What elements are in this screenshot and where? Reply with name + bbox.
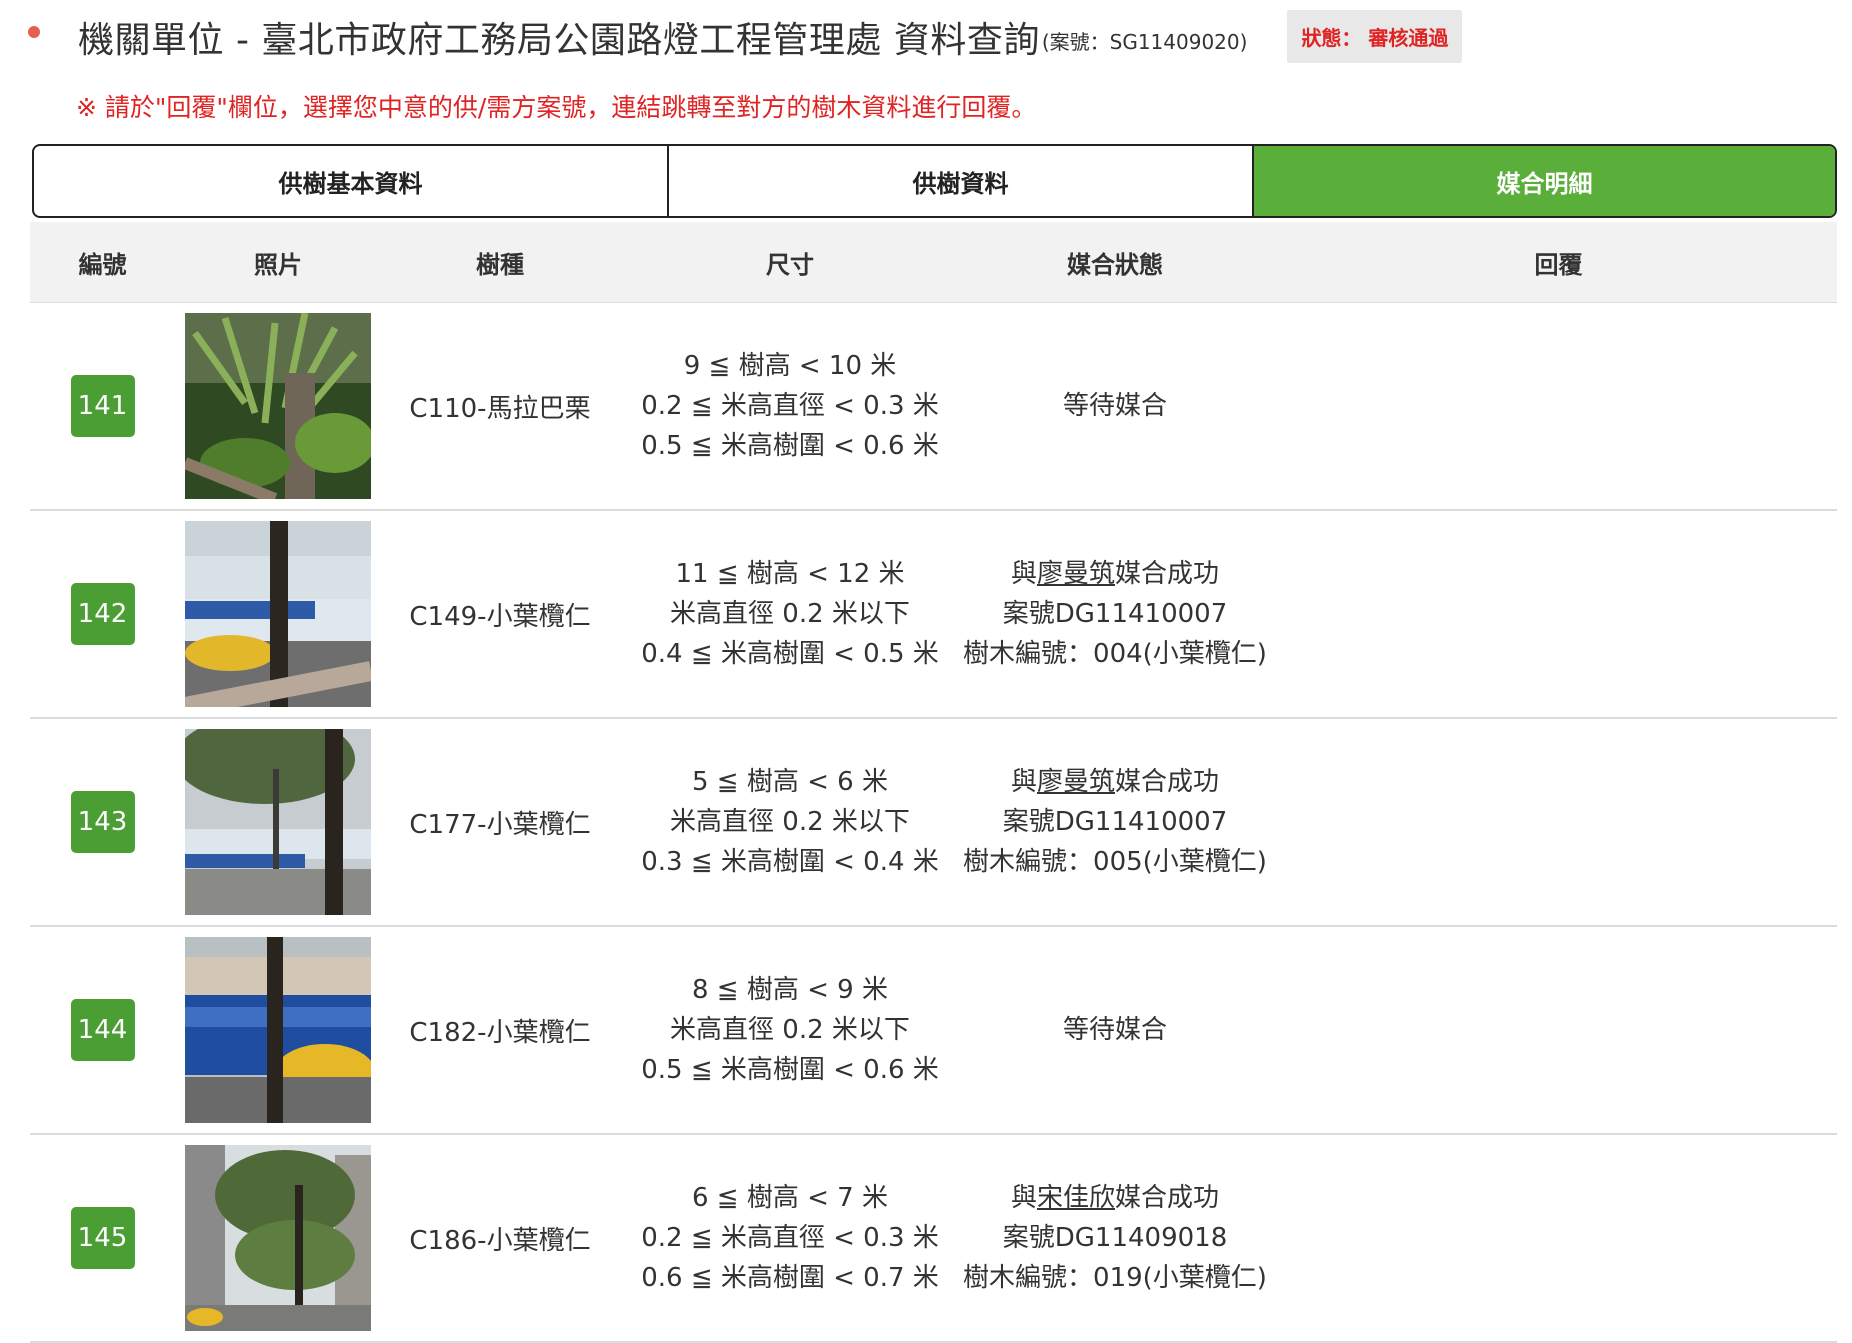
- match-status-cell: 等待媒合: [950, 303, 1280, 509]
- tree-photo[interactable]: [185, 937, 371, 1123]
- reply-cell: [1280, 719, 1837, 925]
- matched-case-number: 案號DG11410007: [1002, 599, 1228, 629]
- reply-cell: [1280, 511, 1837, 717]
- size-diameter: 0.2 ≦ 米高直徑 < 0.3 米: [641, 1223, 939, 1253]
- row-number-badge: 142: [70, 583, 135, 645]
- status-badge: 狀態： 審核通過: [1287, 10, 1463, 63]
- tree-photo[interactable]: [185, 729, 371, 915]
- matched-tree-number: 樹木編號：019(小葉欖仁): [963, 1263, 1267, 1293]
- page-title: 機關單位 - 臺北市政府工務局公園路燈工程管理處 資料查詢: [78, 19, 1040, 61]
- match-status-cell: 與廖曼筑媒合成功 案號DG11410007 樹木編號：005(小葉欖仁): [950, 719, 1280, 925]
- size-diameter: 0.2 ≦ 米高直徑 < 0.3 米: [641, 391, 939, 421]
- case-number: (案號：SG11409020): [1041, 30, 1248, 54]
- size-cell: 11 ≦ 樹高 < 12 米 米高直徑 0.2 米以下 0.4 ≦ 米高樹圍 <…: [615, 511, 965, 717]
- tab-supply-basic-info[interactable]: 供樹基本資料: [34, 146, 669, 216]
- tab-bar: 供樹基本資料 供樹資料 媒合明細: [32, 144, 1837, 218]
- species-text: C110-馬拉巴栗: [409, 393, 591, 424]
- size-cell: 9 ≦ 樹高 < 10 米 0.2 ≦ 米高直徑 < 0.3 米 0.5 ≦ 米…: [615, 303, 965, 509]
- column-header-number: 編號: [78, 250, 127, 279]
- page-header: 機關單位 - 臺北市政府工務局公園路燈工程管理處 資料查詢 (案號：SG1140…: [0, 0, 1852, 140]
- column-header-photo: 照片: [254, 250, 302, 279]
- species-text: C149-小葉欖仁: [409, 601, 591, 632]
- bullet-dot-icon: [28, 26, 40, 38]
- size-cell: 5 ≦ 樹高 < 6 米 米高直徑 0.2 米以下 0.3 ≦ 米高樹圍 < 0…: [615, 719, 965, 925]
- table-row: 143 C177-小葉欖仁 5 ≦ 樹高 < 6 米 米高直徑 0.2 米以下 …: [30, 719, 1837, 927]
- matched-user-link[interactable]: 廖曼筑: [1037, 559, 1115, 589]
- tree-photo[interactable]: [185, 1145, 371, 1331]
- row-number-badge: 144: [70, 999, 135, 1061]
- notice-text: ※ 請於"回覆"欄位，選擇您中意的供/需方案號，連結跳轉至對方的樹木資料進行回覆…: [76, 93, 1037, 122]
- matched-user-link[interactable]: 廖曼筑: [1037, 767, 1115, 797]
- table-header: 編號 照片 樹種 尺寸 媒合狀態 回覆: [30, 222, 1837, 303]
- match-status-line: 與廖曼筑媒合成功: [1010, 767, 1220, 797]
- reply-cell: [1280, 303, 1837, 509]
- tree-photo[interactable]: [185, 521, 371, 707]
- size-diameter: 米高直徑 0.2 米以下: [670, 599, 910, 629]
- column-header-size: 尺寸: [766, 250, 814, 279]
- size-girth: 0.5 ≦ 米高樹圍 < 0.6 米: [641, 1055, 939, 1085]
- size-girth: 0.3 ≦ 米高樹圍 < 0.4 米: [641, 847, 939, 877]
- table-row: 142 C149-小葉欖仁 11 ≦ 樹高 < 12 米 米高直徑 0.2 米以…: [30, 511, 1837, 719]
- size-height: 6 ≦ 樹高 < 7 米: [692, 1183, 888, 1213]
- size-girth: 0.5 ≦ 米高樹圍 < 0.6 米: [641, 431, 939, 461]
- table-row: 141 C110-馬拉巴栗 9 ≦ 樹高 < 10 米 0.2 ≦ 米高直徑 <…: [30, 303, 1837, 511]
- tab-matching-details[interactable]: 媒合明細: [1254, 146, 1835, 216]
- matching-table: 編號 照片 樹種 尺寸 媒合狀態 回覆 141 C110-馬拉巴栗 9 ≦ 樹高…: [30, 222, 1837, 1343]
- matched-user-link[interactable]: 宋佳欣: [1037, 1183, 1115, 1213]
- table-row: 144 C182-小葉欖仁 8 ≦ 樹高 < 9 米 米高直徑 0.2 米以下 …: [30, 927, 1837, 1135]
- size-cell: 6 ≦ 樹高 < 7 米 0.2 ≦ 米高直徑 < 0.3 米 0.6 ≦ 米高…: [615, 1135, 965, 1341]
- species-text: C186-小葉欖仁: [409, 1225, 591, 1256]
- size-cell: 8 ≦ 樹高 < 9 米 米高直徑 0.2 米以下 0.5 ≦ 米高樹圍 < 0…: [615, 927, 965, 1133]
- match-status-line: 與廖曼筑媒合成功: [1010, 559, 1220, 589]
- size-height: 9 ≦ 樹高 < 10 米: [683, 351, 897, 381]
- size-height: 5 ≦ 樹高 < 6 米: [692, 767, 888, 797]
- tree-photo[interactable]: [185, 313, 371, 499]
- match-status-line: 等待媒合: [1062, 391, 1167, 421]
- column-header-reply: 回覆: [1534, 250, 1583, 279]
- match-status-cell: 等待媒合: [950, 927, 1280, 1133]
- title-row: 機關單位 - 臺北市政府工務局公園路燈工程管理處 資料查詢 (案號：SG1140…: [78, 10, 1463, 63]
- row-number-badge: 145: [70, 1207, 135, 1269]
- row-number-badge: 143: [70, 791, 135, 853]
- column-header-species: 樹種: [476, 250, 524, 279]
- size-girth: 0.6 ≦ 米高樹圍 < 0.7 米: [641, 1263, 939, 1293]
- matched-tree-number: 樹木編號：004(小葉欖仁): [963, 639, 1267, 669]
- tab-supply-tree-data[interactable]: 供樹資料: [669, 146, 1254, 216]
- size-height: 11 ≦ 樹高 < 12 米: [675, 559, 905, 589]
- matched-case-number: 案號DG11410007: [1002, 807, 1228, 837]
- size-diameter: 米高直徑 0.2 米以下: [670, 807, 910, 837]
- size-girth: 0.4 ≦ 米高樹圍 < 0.5 米: [641, 639, 939, 669]
- matched-tree-number: 樹木編號：005(小葉欖仁): [963, 847, 1267, 877]
- reply-cell: [1280, 1135, 1837, 1341]
- row-number-badge: 141: [70, 375, 135, 437]
- column-header-match-status: 媒合狀態: [1067, 250, 1163, 279]
- species-text: C182-小葉欖仁: [409, 1017, 591, 1048]
- match-status-cell: 與宋佳欣媒合成功 案號DG11409018 樹木編號：019(小葉欖仁): [950, 1135, 1280, 1341]
- size-height: 8 ≦ 樹高 < 9 米: [692, 975, 888, 1005]
- match-status-line: 等待媒合: [1062, 1015, 1167, 1045]
- size-diameter: 米高直徑 0.2 米以下: [670, 1015, 910, 1045]
- reply-cell: [1280, 927, 1837, 1133]
- table-row: 145 C186-小葉欖仁 6 ≦ 樹高 < 7 米 0.2 ≦ 米高直徑 < …: [30, 1135, 1837, 1343]
- matched-case-number: 案號DG11409018: [1002, 1223, 1228, 1253]
- species-text: C177-小葉欖仁: [409, 809, 591, 840]
- match-status-cell: 與廖曼筑媒合成功 案號DG11410007 樹木編號：004(小葉欖仁): [950, 511, 1280, 717]
- match-status-line: 與宋佳欣媒合成功: [1010, 1183, 1220, 1213]
